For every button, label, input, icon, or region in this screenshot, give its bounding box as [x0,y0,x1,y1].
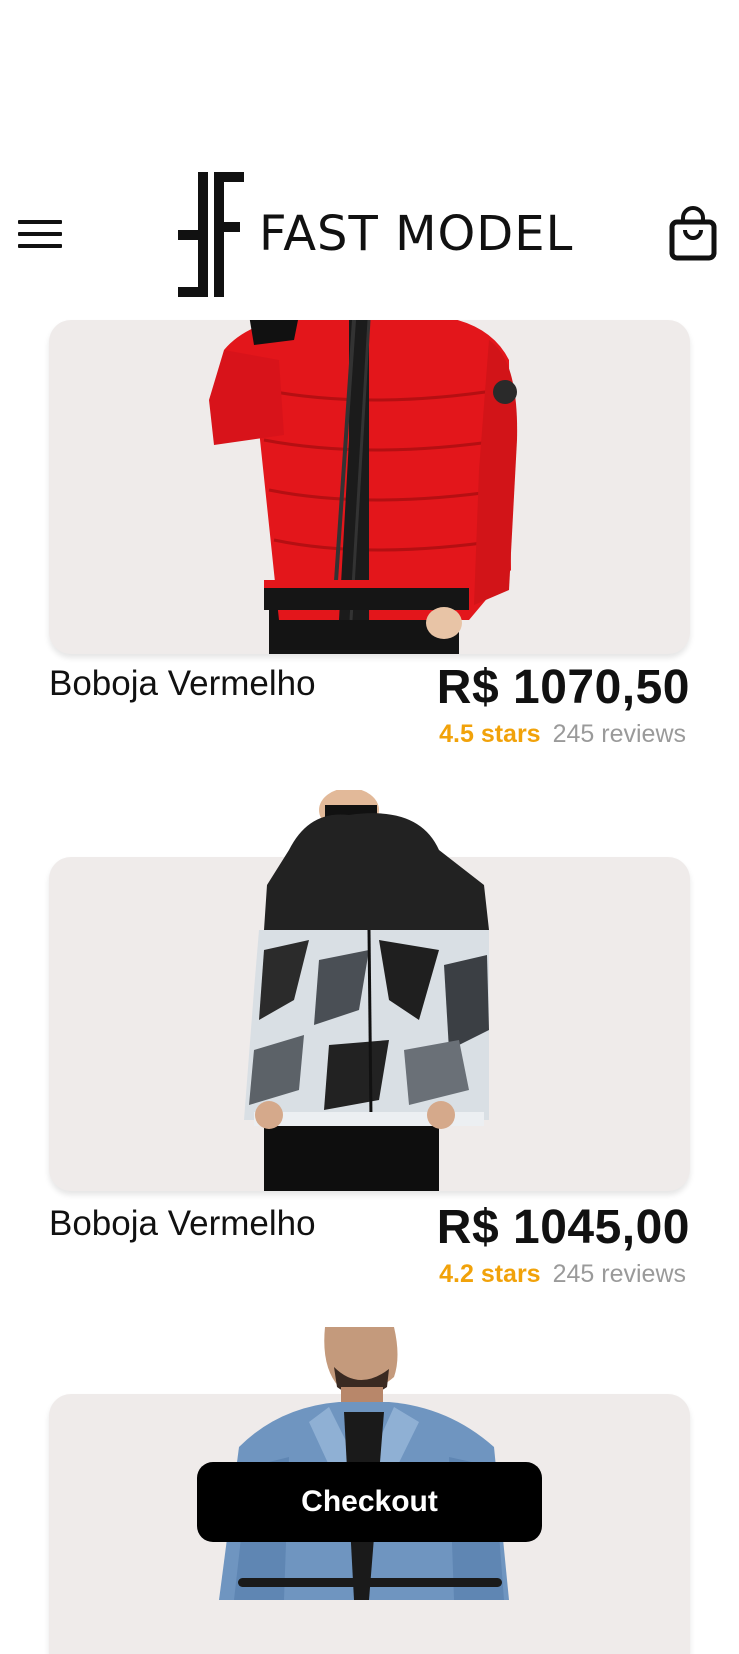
app-header: FAST MODEL [0,0,739,310]
red-puffer-jacket-photo [209,320,518,654]
checkout-button[interactable]: Checkout [197,1462,542,1542]
logo-mark-icon [178,172,244,297]
review-count: 245 reviews [552,720,686,748]
product-price: R$ 1070,50 [436,661,690,714]
product-card[interactable]: Boboja Vermelho R$ 1045,00 4.2 stars 245 … [49,790,690,1300]
camo-puffer-jacket-photo [244,790,489,1191]
product-title[interactable]: Boboja Vermelho [49,1204,316,1244]
home-indicator[interactable] [238,1578,502,1587]
product-rating: 4.5 stars 245 reviews [439,720,686,749]
shopping-bag-icon[interactable] [669,206,717,262]
product-title[interactable]: Boboja Vermelho [49,664,316,704]
rating-stars: 4.5 stars [439,720,541,748]
hamburger-menu-icon[interactable] [18,220,62,250]
review-count: 245 reviews [552,1260,686,1288]
product-price: R$ 1045,00 [436,1201,690,1254]
brand-name: FAST MODEL [259,206,574,262]
brand-logo: FAST MODEL [178,172,572,297]
product-rating: 4.2 stars 245 reviews [439,1260,686,1289]
rating-stars: 4.2 stars [439,1260,541,1288]
product-card[interactable]: Boboja Vermelho R$ 1070,50 4.5 stars 245 … [49,320,690,760]
product-image-frame[interactable] [49,320,690,654]
